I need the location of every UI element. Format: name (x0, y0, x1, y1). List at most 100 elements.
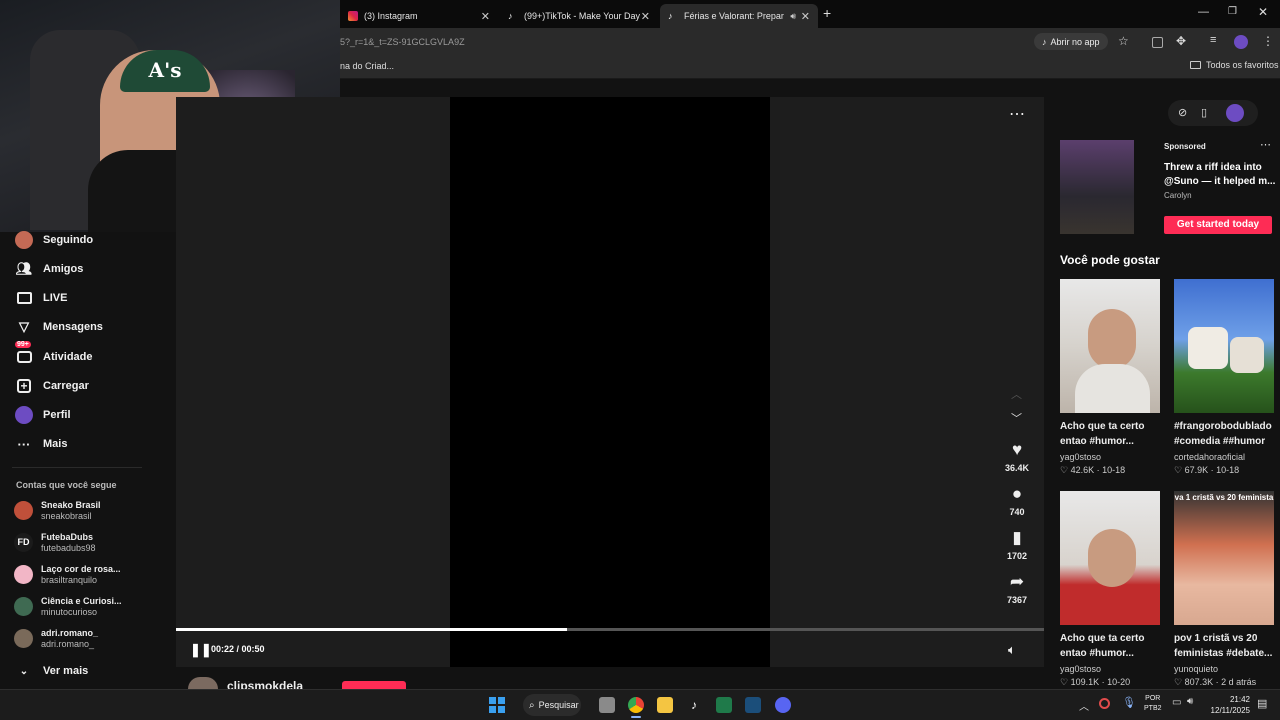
clock[interactable]: 21:42 12/11/2025 (1208, 694, 1250, 716)
heart-icon: ♥ (1011, 440, 1023, 459)
video-author[interactable]: yunoquieto (1174, 664, 1218, 674)
excel-icon[interactable] (716, 697, 732, 713)
puzzle-icon[interactable]: ✥ (1176, 34, 1186, 48)
more-options-icon[interactable]: ⋯ (1009, 104, 1025, 124)
video-title[interactable]: pov 1 cristã vs 20 feministas #debate... (1174, 631, 1278, 661)
task-view-icon[interactable] (599, 697, 615, 713)
minimize-button[interactable]: — (1198, 6, 1209, 18)
author-name[interactable]: clipsmokdela (227, 679, 303, 689)
nav-carregar[interactable]: + Carregar (15, 377, 89, 395)
nav-label: Seguindo (43, 234, 94, 246)
nav-mais[interactable]: ··· Mais (15, 435, 68, 453)
ad-cta-button[interactable]: Get started today (1164, 216, 1272, 234)
progress-track[interactable] (176, 628, 1044, 631)
account-item[interactable]: adri.romano_ adri.romano_ (14, 628, 98, 649)
restore-button[interactable]: ❐ (1228, 6, 1237, 17)
video-title[interactable]: Acho que ta certo entao #humor... (1060, 631, 1164, 661)
tiktok-icon: ♪ (1042, 36, 1047, 47)
ad-title[interactable]: Threw a riff idea into @Suno — it helped… (1164, 161, 1276, 189)
account-item[interactable]: Laço cor de rosa... brasiltranquilo (14, 564, 121, 585)
input-language[interactable]: POR PTB2 (1144, 694, 1162, 714)
nav-perfil[interactable]: Perfil (15, 406, 71, 424)
pause-button[interactable]: ❚❚ (190, 642, 212, 658)
video-stats: ♡ 67.9K · 10-18 (1174, 465, 1240, 475)
close-icon[interactable]: ✕ (481, 10, 490, 23)
video-author[interactable]: yag0stoso (1060, 664, 1101, 674)
account-name: Ciência e Curiosi... (41, 596, 122, 606)
ad-more-icon[interactable]: ⋯ (1260, 138, 1271, 151)
video-stats: ♡ 42.6K · 10-18 (1060, 465, 1126, 475)
nav-mensagens[interactable]: ▽ Mensagens (15, 318, 103, 336)
tab-valorant[interactable]: ♪ Férias e Valorant: Prepare-s 🔊︎ ✕ (660, 4, 818, 28)
url-field[interactable]: 5?_r=1&_t=ZS-91GCLGVLA9Z (340, 37, 465, 47)
file-explorer-icon[interactable] (657, 697, 673, 713)
close-icon[interactable]: ✕ (641, 10, 650, 23)
profile-avatar[interactable] (1234, 35, 1248, 49)
video-thumbnail[interactable]: va 1 cristã vs 20 feminista (1174, 491, 1274, 625)
media-icon[interactable]: ≡ (1210, 34, 1216, 46)
like-button[interactable]: ♥ 36.4K (1000, 440, 1034, 473)
star-icon[interactable]: ☆ (1118, 34, 1129, 48)
close-icon[interactable]: ✕ (801, 10, 810, 23)
active-indicator (631, 716, 641, 718)
tab-label: (3) Instagram (364, 11, 418, 21)
video-title[interactable]: Acho que ta certo entao #humor... (1060, 419, 1164, 449)
all-favorites-label: Todos os favoritos (1206, 60, 1279, 70)
start-button[interactable] (489, 697, 505, 713)
notification-icon[interactable]: ▤ (1257, 697, 1267, 710)
ad-thumbnail[interactable] (1060, 140, 1134, 234)
taskbar: ⌕ Pesquisar ♪ ︿ 🎙︎ POR PTB2 ▭ 🔊︎ 21:42 1… (0, 689, 1280, 720)
comment-button[interactable]: ● 740 (1000, 484, 1034, 517)
top-actions: ⊘ ▯ (1168, 100, 1258, 126)
phone-icon[interactable]: ▯ (1201, 106, 1207, 119)
video-title[interactable]: #frangorobodublado #comedia ##humor (1174, 419, 1278, 449)
close-window-button[interactable]: ✕ (1258, 5, 1268, 19)
new-tab-button[interactable]: + (823, 5, 831, 21)
chrome-icon[interactable] (628, 697, 644, 713)
author-avatar[interactable] (188, 677, 218, 689)
avatar (14, 629, 33, 648)
account-item[interactable]: FD FutebaDubs futebadubs98 (14, 532, 96, 553)
video-author[interactable]: cortedahoraoficial (1174, 452, 1245, 462)
speaker-icon[interactable]: 🔊︎ (790, 11, 796, 22)
nav-seguindo[interactable]: Seguindo (15, 231, 93, 249)
discord-icon[interactable] (775, 697, 791, 713)
volume-icon[interactable]: 🔈︎ (1008, 642, 1016, 658)
tray-expand-icon[interactable]: ︿ (1079, 698, 1089, 713)
follow-button[interactable] (342, 681, 406, 689)
search-icon: ⌕ (529, 699, 535, 711)
heart-outline-icon: ♡ (1060, 465, 1071, 475)
sync-icon[interactable] (1099, 698, 1110, 709)
video-author[interactable]: yag0stoso (1060, 452, 1101, 462)
see-more-button[interactable]: ⌄ Ver mais (15, 662, 88, 680)
profile-avatar[interactable] (1226, 104, 1244, 122)
video-frame[interactable] (450, 97, 770, 667)
share-button[interactable]: ➦ 7367 (1000, 572, 1034, 605)
save-button[interactable]: ▮ 1702 (1000, 528, 1034, 561)
network-icon[interactable]: ▭ (1172, 697, 1181, 708)
nav-amigos[interactable]: 👥︎ Amigos (15, 260, 84, 278)
next-video-button[interactable]: ﹀ (1011, 410, 1022, 426)
nav-live[interactable]: LIVE (15, 289, 67, 307)
bookmark-item[interactable]: na do Criad... (340, 61, 394, 71)
tab-tiktok[interactable]: ♪ (99+)TikTok - Make Your Day ✕ (500, 4, 658, 28)
account-item[interactable]: Sneako Brasil sneakobrasil (14, 500, 101, 521)
account-item[interactable]: Ciência e Curiosi... minutocurioso (14, 596, 122, 617)
video-stats: ♡ 807.3K · 2 d atrás (1174, 677, 1257, 687)
open-in-app-button[interactable]: ♪ Abrir no app (1034, 33, 1108, 50)
tab-instagram[interactable]: (3) Instagram ✕ (340, 4, 498, 28)
compass-icon[interactable]: ⊘ (1178, 106, 1187, 119)
video-thumbnail[interactable] (1060, 279, 1160, 413)
nav-atividade[interactable]: 99+ Atividade (15, 341, 93, 366)
tiktok-icon[interactable]: ♪ (686, 697, 702, 713)
menu-icon[interactable]: ⋮ (1262, 34, 1274, 48)
extension-icon[interactable] (1152, 37, 1163, 48)
steam-icon[interactable] (745, 697, 761, 713)
video-thumbnail[interactable] (1174, 279, 1274, 413)
mic-icon[interactable]: 🎙︎ (1122, 696, 1136, 709)
all-favorites[interactable]: Todos os favoritos (1190, 60, 1279, 70)
video-thumbnail[interactable] (1060, 491, 1160, 625)
search-box[interactable]: ⌕ Pesquisar (523, 694, 581, 716)
prev-video-button[interactable]: ︿ (1011, 386, 1022, 402)
speaker-icon[interactable]: 🔊︎ (1187, 696, 1193, 707)
